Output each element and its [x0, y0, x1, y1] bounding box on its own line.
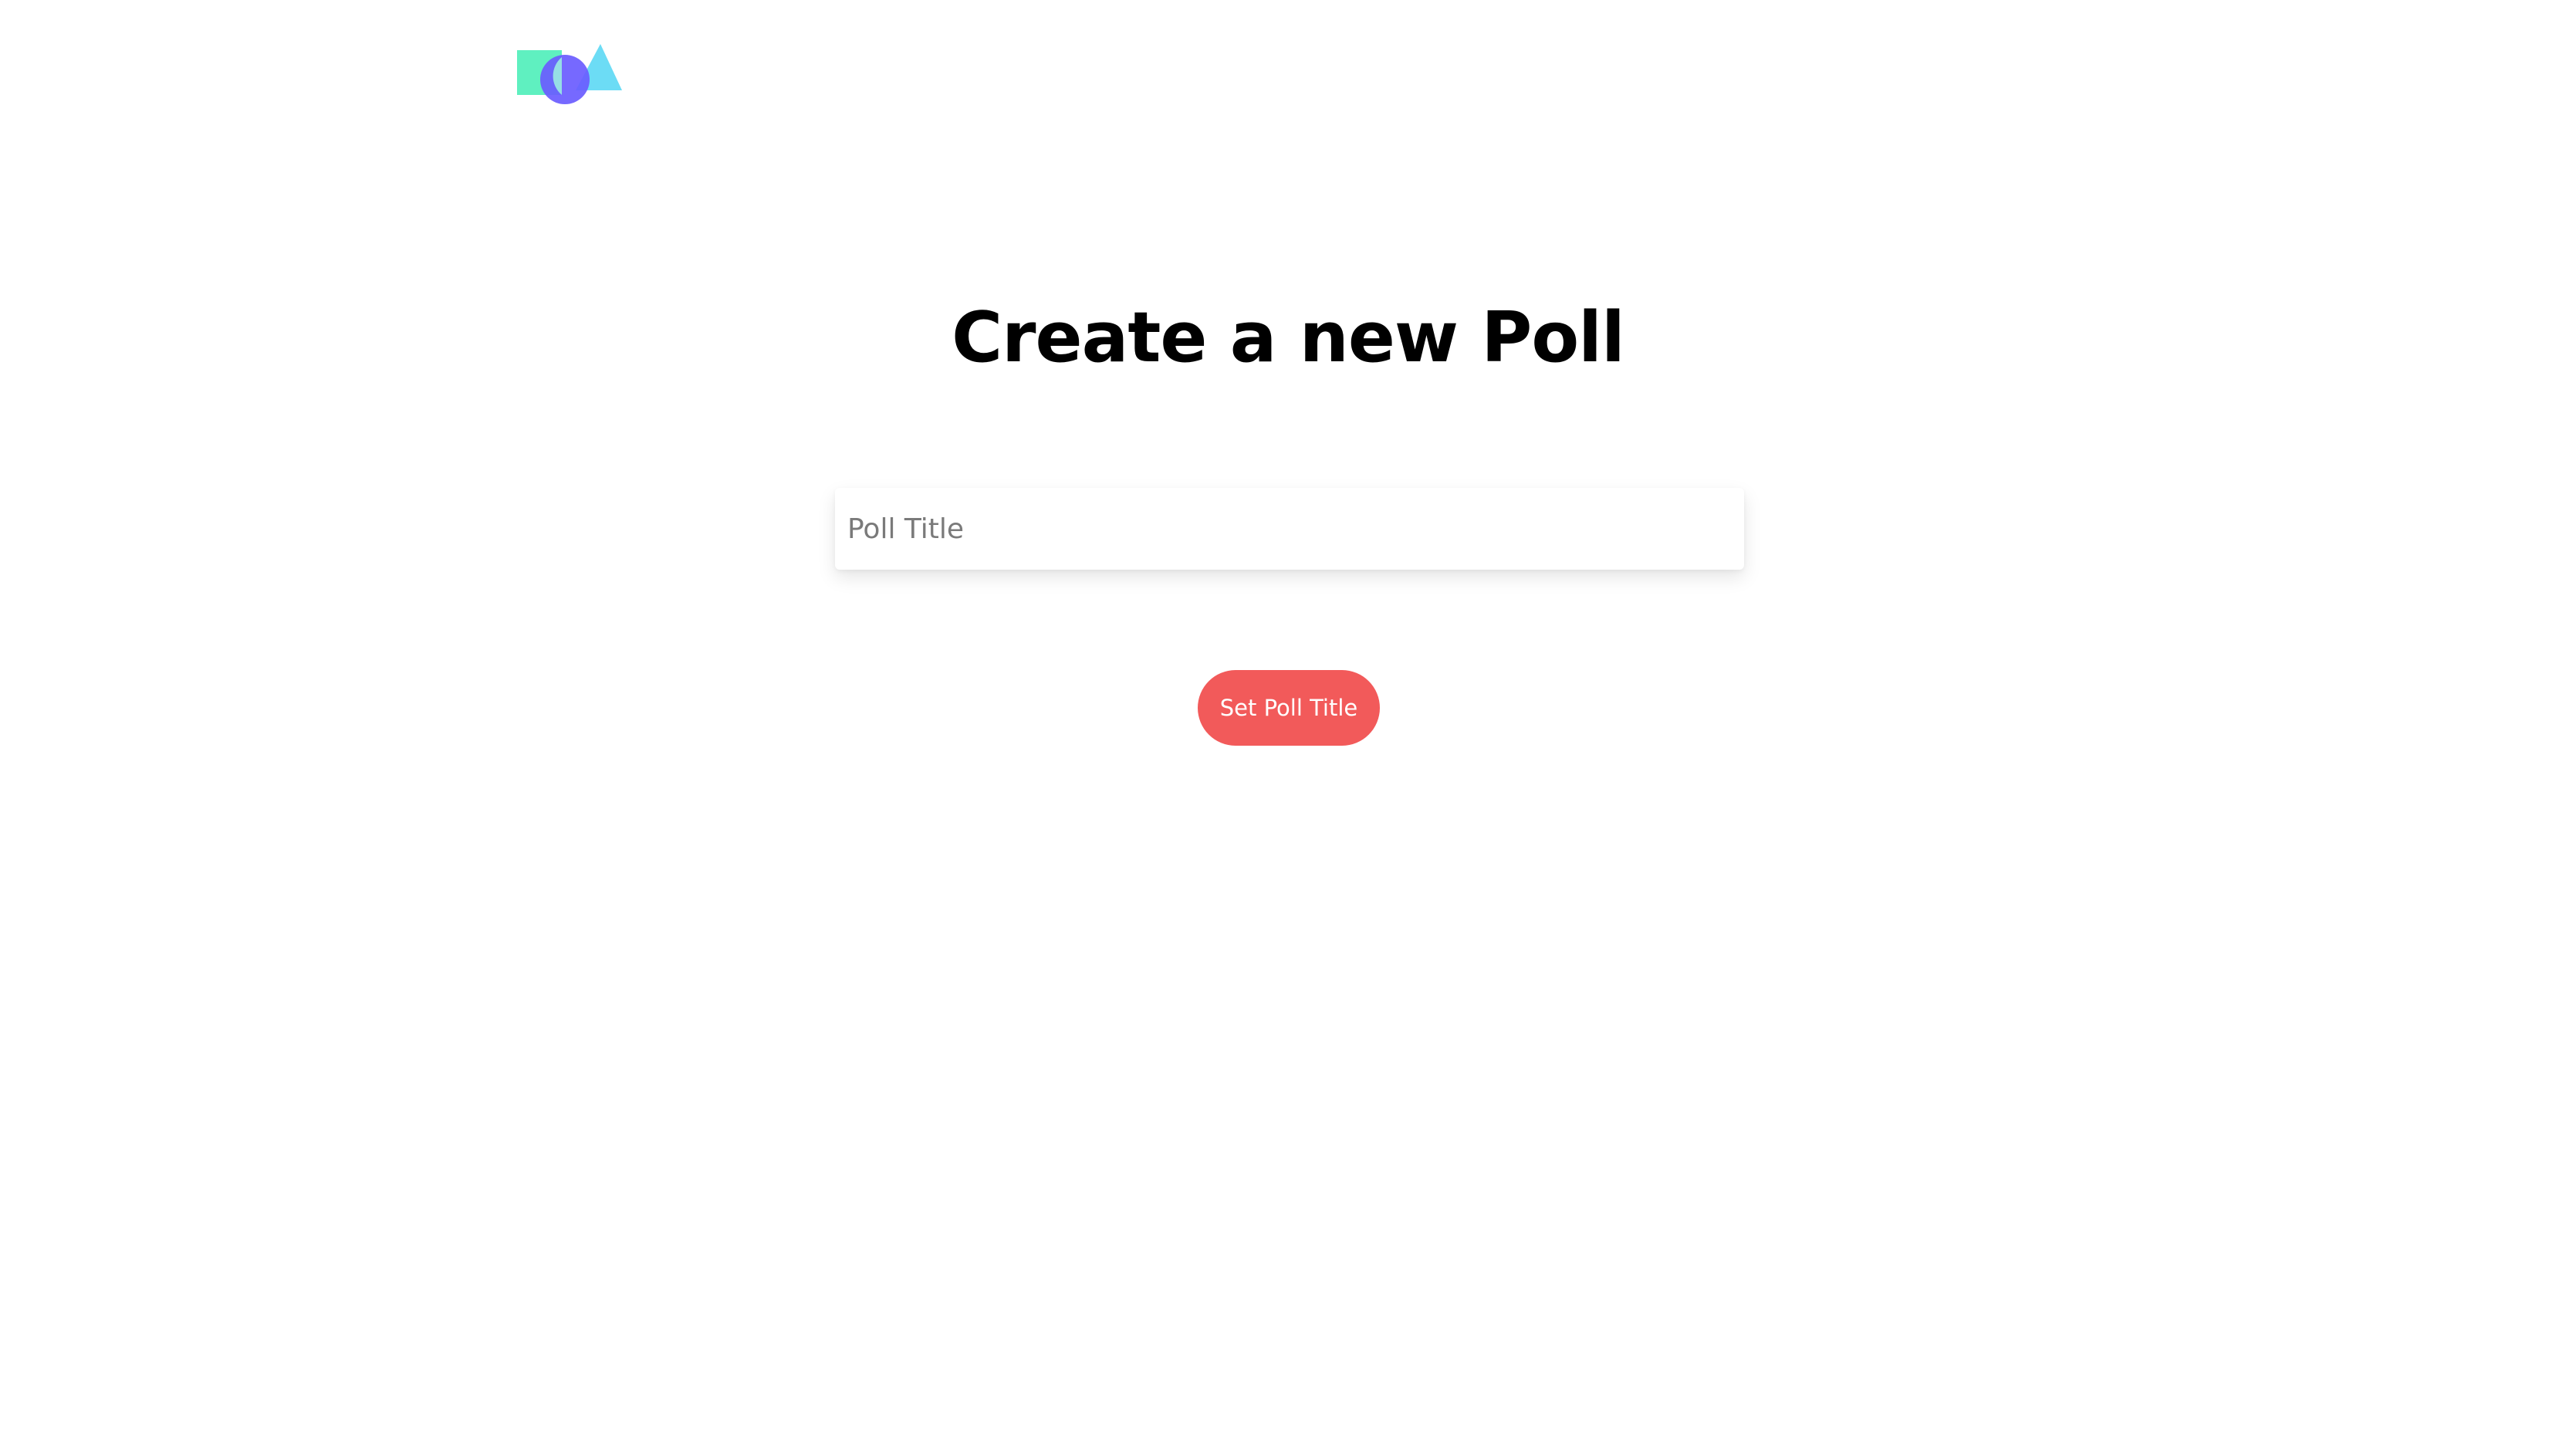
set-poll-title-button[interactable]: Set Poll Title	[1198, 670, 1380, 746]
poll-title-input[interactable]	[835, 488, 1744, 570]
poll-form: Set Poll Title	[0, 0, 2576, 1442]
poll-title-field	[835, 488, 1744, 570]
main-content: Create a new Poll Set Poll Title	[0, 0, 2576, 1442]
